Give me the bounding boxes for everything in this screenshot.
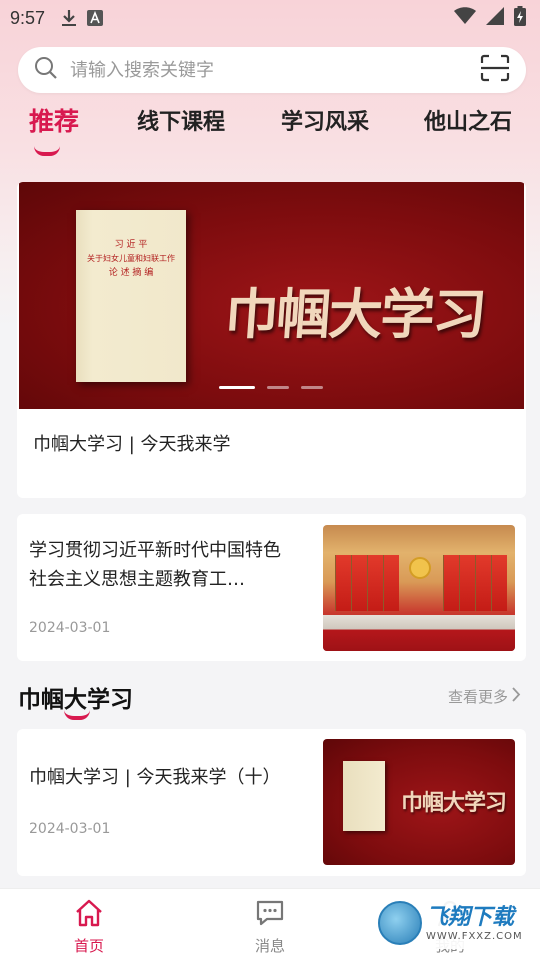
wifi-icon — [454, 7, 476, 29]
section-title: 巾帼大学习 — [18, 687, 133, 713]
carousel-dot[interactable] — [267, 386, 289, 389]
see-more-label: 查看更多 — [448, 688, 509, 706]
news-thumbnail — [323, 525, 515, 651]
tab-recommend[interactable]: 推荐 — [29, 102, 79, 138]
carousel-dot[interactable] — [301, 386, 323, 389]
nav-home[interactable]: 首页 — [44, 899, 134, 956]
banner-image[interactable]: 习 近 平 关于妇女儿童和妇联工作 论 述 摘 编 巾帼大学习 — [19, 182, 524, 409]
app-notification-icon — [87, 10, 104, 26]
battery-icon — [514, 6, 526, 30]
status-time: 9:57 — [10, 7, 46, 28]
list-item-title: 巾帼大学习 | 今天我来学（十） — [29, 767, 281, 788]
watermark: 飞翔下载 WWW.FXXZ.COM — [374, 897, 530, 949]
download-icon — [61, 9, 77, 27]
book-cover-image — [343, 761, 385, 831]
category-tabs: 推荐 线下课程 学习风采 他山之石 — [0, 100, 540, 160]
book-line: 关于妇女儿童和妇联工作 — [87, 254, 175, 263]
book-line: 习 近 平 — [114, 240, 148, 250]
search-icon — [34, 56, 58, 84]
list-item[interactable]: 巾帼大学习 | 今天我来学（十） 2024-03-01 巾帼大学习 — [17, 729, 526, 876]
search-input[interactable] — [70, 59, 480, 81]
tab-study-style[interactable]: 学习风采 — [281, 104, 369, 136]
section-title-indicator — [64, 710, 90, 720]
list-item-thumbnail: 巾帼大学习 — [323, 739, 515, 865]
nav-messages-label: 消息 — [254, 937, 285, 955]
watermark-text: 飞翔下载 — [426, 904, 515, 930]
news-card[interactable]: 学习贯彻习近平新时代中国特色社会主义思想主题教育工… 2024-03-01 — [17, 514, 526, 661]
banner-card[interactable]: 习 近 平 关于妇女儿童和妇联工作 论 述 摘 编 巾帼大学习 巾帼大学习 | … — [17, 182, 526, 498]
news-title: 学习贯彻习近平新时代中国特色社会主义思想主题教育工… — [29, 540, 281, 590]
tab-other-experience[interactable]: 他山之石 — [424, 104, 512, 136]
search-bar[interactable] — [18, 47, 526, 93]
book-line: 论 述 摘 编 — [108, 268, 154, 278]
message-icon — [255, 900, 285, 931]
banner-caption: 巾帼大学习 | 今天我来学 — [33, 434, 231, 455]
chevron-right-icon — [512, 687, 521, 706]
tab-offline-courses[interactable]: 线下课程 — [137, 104, 225, 136]
signal-icon — [486, 7, 504, 29]
carousel-dot[interactable] — [219, 386, 255, 389]
see-more-link[interactable]: 查看更多 — [448, 686, 521, 707]
active-tab-indicator — [34, 146, 60, 156]
nav-messages[interactable]: 消息 — [225, 899, 315, 956]
scan-icon[interactable] — [480, 54, 510, 86]
status-bar: 9:57 — [0, 0, 540, 36]
news-date: 2024-03-01 — [29, 620, 111, 636]
nav-home-label: 首页 — [73, 937, 104, 955]
thumbnail-title: 巾帼大学习 — [401, 790, 507, 816]
watermark-url: WWW.FXXZ.COM — [426, 930, 523, 942]
home-icon — [74, 899, 104, 931]
banner-book-cover: 习 近 平 关于妇女儿童和妇联工作 论 述 摘 编 — [76, 210, 186, 382]
carousel-dots — [219, 386, 323, 389]
banner-title: 巾帼大学习 — [222, 282, 487, 346]
emblem-icon — [409, 557, 431, 579]
watermark-logo-icon — [378, 901, 422, 945]
list-item-date: 2024-03-01 — [29, 821, 111, 837]
